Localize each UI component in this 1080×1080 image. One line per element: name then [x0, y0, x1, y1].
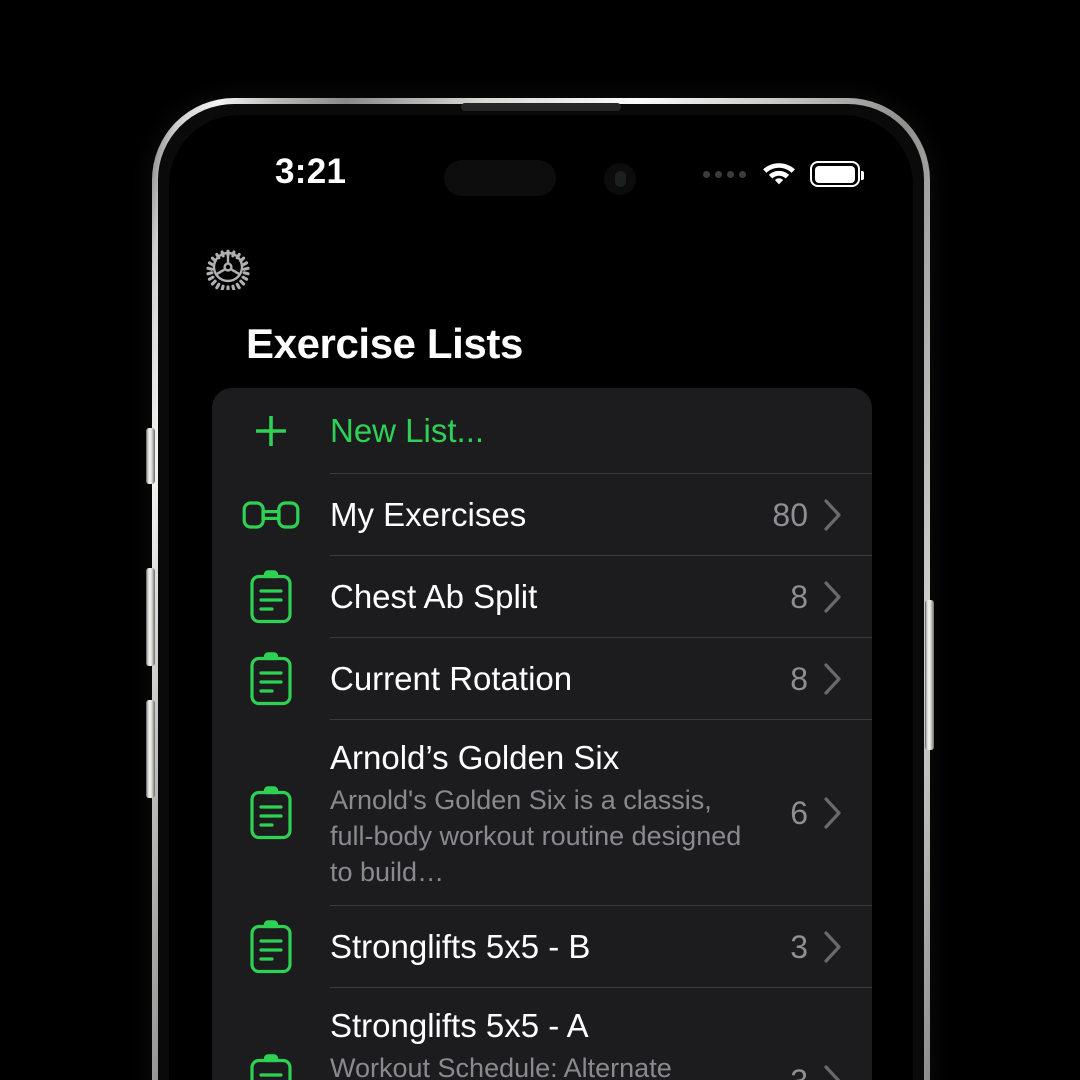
list-item-body: Chest Ab Split — [330, 559, 746, 635]
list-item-count: 3 — [790, 928, 808, 965]
clipboard-icon — [212, 919, 330, 975]
dumbbell-icon — [212, 493, 330, 537]
battery-full-icon — [810, 161, 864, 187]
list-item[interactable]: Stronglifts 5x5 - B 3 — [212, 906, 872, 988]
new-list-body: New List... — [330, 393, 850, 469]
new-list-label: New List... — [330, 412, 485, 449]
list-item-body: Current Rotation — [330, 641, 746, 717]
chevron-right-icon — [816, 796, 850, 830]
list-item-body: Stronglifts 5x5 - A Workout Schedule: Al… — [330, 988, 746, 1080]
cellular-dots-icon — [703, 170, 746, 178]
new-list-row[interactable]: New List... — [212, 388, 872, 474]
list-item[interactable]: Stronglifts 5x5 - A Workout Schedule: Al… — [212, 988, 872, 1080]
wifi-icon — [761, 158, 797, 190]
chevron-right-icon — [816, 662, 850, 696]
gear-icon — [206, 249, 250, 293]
list-item[interactable]: Current Rotation 8 — [212, 638, 872, 720]
list-item-body: Arnold’s Golden Six Arnold's Golden Six … — [330, 720, 746, 906]
list-item-title: Stronglifts 5x5 - B — [330, 928, 591, 965]
page-title: Exercise Lists — [246, 320, 523, 367]
list-item-subtitle: Arnold's Golden Six is a classis, full-b… — [330, 785, 742, 887]
power-button[interactable] — [925, 600, 934, 750]
list-item-title: Stronglifts 5x5 - A — [330, 1007, 589, 1044]
status-indicators — [703, 158, 864, 190]
list-item-title: Chest Ab Split — [330, 578, 538, 615]
chevron-right-icon — [816, 498, 850, 532]
clipboard-icon — [212, 785, 330, 841]
clipboard-icon — [212, 651, 330, 707]
list-item-subtitle: Workout Schedule: Alternate between work… — [330, 1053, 672, 1080]
earpiece-speaker — [461, 103, 621, 111]
chevron-right-icon — [816, 930, 850, 964]
list-item-count: 8 — [790, 578, 808, 615]
volume-up-button[interactable] — [146, 568, 155, 666]
clipboard-icon — [212, 569, 330, 625]
list-item[interactable]: My Exercises 80 — [212, 474, 872, 556]
list-item-count: 3 — [746, 1063, 808, 1080]
list-item[interactable]: Chest Ab Split 8 — [212, 556, 872, 638]
list-item-count: 6 — [790, 794, 808, 831]
list-item-title: Arnold’s Golden Six — [330, 739, 620, 776]
screenshot-stage: 3:21 Exercise Lists New List... My Exerc… — [0, 0, 1080, 1080]
chevron-right-icon — [816, 1064, 850, 1080]
list-item[interactable]: Arnold’s Golden Six Arnold's Golden Six … — [212, 720, 872, 906]
settings-button[interactable] — [205, 244, 251, 293]
status-time: 3:21 — [275, 152, 347, 191]
exercise-lists-panel: New List... My Exercises 80 Chest Ab Spl… — [212, 388, 872, 1080]
list-item-count: 80 — [772, 496, 808, 533]
action-button[interactable] — [146, 428, 155, 484]
chevron-right-icon — [816, 580, 850, 614]
list-item-body: My Exercises — [330, 477, 746, 553]
clipboard-icon — [212, 1053, 330, 1080]
volume-down-button[interactable] — [146, 700, 155, 798]
list-item-title: My Exercises — [330, 496, 527, 533]
plus-icon — [212, 409, 330, 453]
list-item-title: Current Rotation — [330, 660, 573, 697]
status-bar: 3:21 — [190, 150, 890, 210]
list-item-count: 8 — [790, 660, 808, 697]
list-item-body: Stronglifts 5x5 - B — [330, 909, 746, 985]
